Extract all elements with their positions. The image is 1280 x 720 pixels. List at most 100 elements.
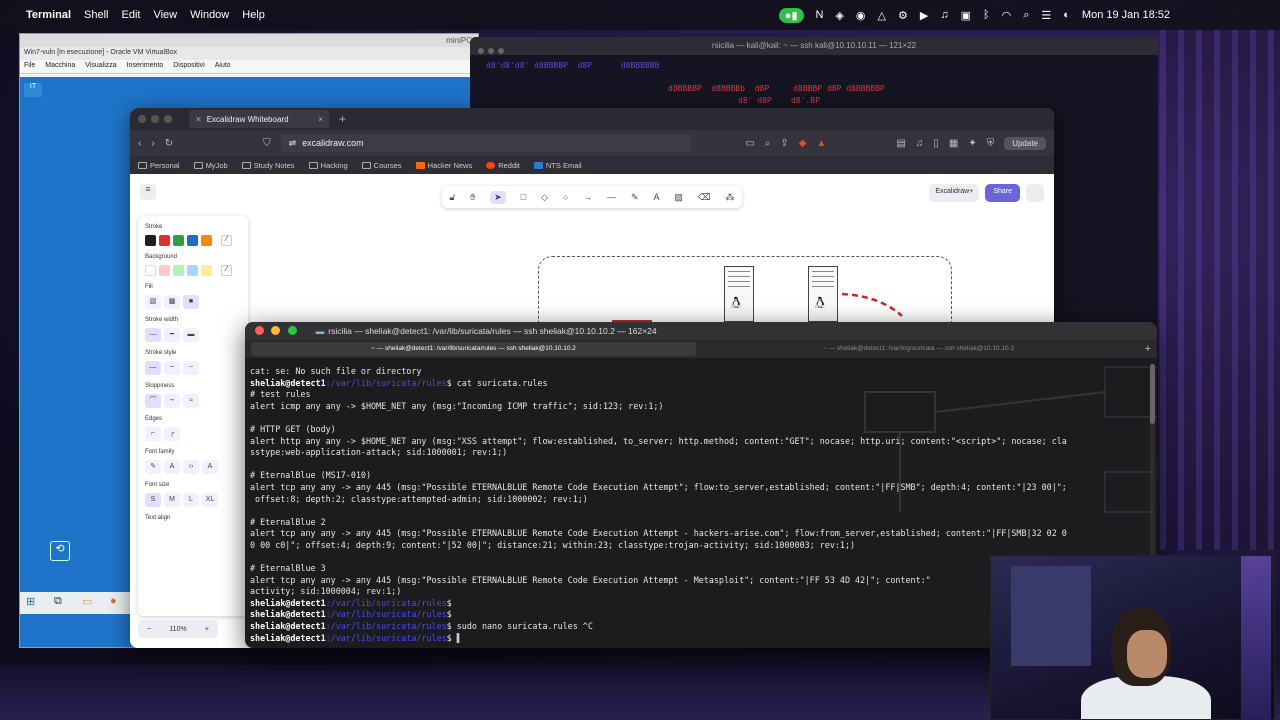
file-explorer-icon[interactable]: ▭ (82, 595, 96, 609)
stroke-color-swatch[interactable] (187, 235, 198, 246)
warning-icon[interactable]: △ (878, 9, 886, 22)
kali-window-controls[interactable] (478, 43, 508, 61)
terminal-tab-rules[interactable]: ~ — sheliak@detect1: /var/lib/suricata/r… (251, 342, 696, 356)
font-size-s[interactable]: S (145, 493, 161, 507)
brave-rewards-icon[interactable]: ▲ (816, 138, 826, 149)
background-color-picker-icon[interactable]: ⁄ (221, 265, 232, 276)
draw-tool-icon[interactable]: ✎ (631, 192, 639, 203)
search-icon[interactable]: ⌕ (1023, 9, 1029, 22)
sidebar-toggle-icon[interactable]: ▤ (896, 138, 905, 149)
bookmark-nts-email[interactable]: NTS Email (533, 161, 582, 170)
headphones-icon[interactable]: ♫ (940, 9, 948, 21)
stroke-dotted-icon[interactable]: ┈ (183, 361, 199, 375)
font-size-l[interactable]: L (183, 493, 199, 507)
dashed-red-connector[interactable] (840, 286, 910, 326)
image-tool-icon[interactable]: ▨ (674, 192, 683, 203)
reload-icon[interactable]: ↻ (165, 138, 173, 149)
font-normal-icon[interactable]: A (164, 460, 180, 474)
edges-round-icon[interactable]: ╭ (164, 427, 180, 441)
fill-solid-icon[interactable]: ■ (183, 295, 199, 309)
background-color-swatch[interactable] (173, 265, 184, 276)
wallet-icon[interactable]: ▦ (949, 138, 958, 149)
stroke-color-picker-icon[interactable]: ⁄ (221, 235, 232, 246)
menu-shell[interactable]: Shell (84, 9, 108, 21)
user-icon[interactable]: ◐ (1063, 9, 1070, 21)
menu-window[interactable]: Window (190, 9, 229, 21)
target-icon[interactable]: ◉ (856, 9, 866, 22)
brave-shield-icon[interactable]: ◆ (799, 138, 807, 149)
shield-icon[interactable]: ◈ (835, 9, 843, 22)
bookmark-reddit[interactable]: Reddit (486, 161, 520, 170)
keyboard-input-icon[interactable]: ▣ (961, 9, 971, 22)
zoom-in-button[interactable]: + (205, 626, 209, 633)
vm-desktop-shortcut-icon[interactable]: ⟲ (50, 541, 70, 561)
windows-start-icon[interactable]: ⊞ (26, 595, 40, 609)
gear-icon[interactable]: ⚙ (898, 9, 908, 22)
notion-icon[interactable]: N (816, 9, 824, 21)
bookmark-personal[interactable]: Personal (138, 161, 180, 170)
stroke-solid-icon[interactable]: — (145, 361, 161, 375)
fill-hachure-icon[interactable]: ▧ (145, 295, 161, 309)
hand-tool-icon[interactable]: ✋︎ (470, 192, 475, 203)
menubar-clock[interactable]: Mon 19 Jan 18:52 (1082, 9, 1170, 21)
excalidraw-plus-button[interactable]: Excalidraw+ (929, 184, 980, 202)
vbox-menu-devices[interactable]: Dispositivi (173, 62, 205, 71)
update-button[interactable]: Update (1004, 136, 1046, 150)
minimize-window-icon[interactable] (271, 325, 281, 335)
site-info-icon[interactable]: ⇌ (289, 138, 297, 149)
bookmark-study-notes[interactable]: Study Notes (241, 161, 295, 170)
firefox-icon[interactable]: ● (110, 595, 124, 609)
control-center-icon[interactable]: ☰ (1041, 9, 1051, 22)
zoom-window-icon[interactable] (287, 325, 297, 335)
new-tab-button[interactable]: + (339, 112, 346, 126)
stroke-color-swatch[interactable] (159, 235, 170, 246)
font-more-icon[interactable]: A (202, 460, 218, 474)
terminal-tab-logs[interactable]: ~ — sheliak@detect1: /var/log/suricata —… (696, 342, 1141, 356)
stroke-bold-icon[interactable]: ━ (164, 328, 180, 342)
address-bar[interactable]: ⇌ excalidraw.com (280, 134, 691, 152)
sloppiness-artist-icon[interactable]: ∼ (164, 394, 180, 408)
bookmark-hacking[interactable]: Hacking (308, 161, 348, 170)
more-tools-icon[interactable]: ⁂ (725, 192, 734, 203)
sloppiness-cartoonist-icon[interactable]: ≈ (183, 394, 199, 408)
sloppiness-architect-icon[interactable]: ⌒ (145, 394, 161, 408)
stroke-color-swatch[interactable] (145, 235, 156, 246)
linux-server-2[interactable]: 🐧︎ (808, 266, 838, 322)
font-code-icon[interactable]: ‹› (183, 460, 199, 474)
extensions-icon[interactable]: ✦ (968, 138, 976, 149)
back-icon[interactable]: ‹ (138, 138, 141, 149)
bluetooth-icon[interactable]: ᛒ (983, 9, 990, 21)
stroke-color-swatch[interactable] (173, 235, 184, 246)
library-sidebar-button[interactable] (1026, 184, 1044, 202)
menu-app-name[interactable]: Terminal (26, 9, 71, 21)
zoom-out-button[interactable]: − (147, 626, 151, 633)
stroke-extra-bold-icon[interactable]: ▬ (183, 328, 199, 342)
browser-tab-excalidraw[interactable]: ✕ Excalidraw Whiteboard × (189, 110, 329, 128)
arrow-tool-icon[interactable]: → (583, 192, 592, 202)
vm-language-indicator[interactable]: IT (24, 83, 42, 97)
selection-tool-icon[interactable]: ➤ (490, 190, 506, 204)
edges-sharp-icon[interactable]: ⌐ (145, 427, 161, 441)
excalidraw-main-menu-button[interactable]: ≡ (140, 184, 156, 200)
zoom-icon[interactable]: ⌕ (765, 138, 771, 149)
zoom-level[interactable]: 110% (169, 626, 186, 633)
background-color-swatch[interactable] (145, 265, 156, 276)
lock-tool-icon[interactable]: 🔓︎ (449, 192, 455, 203)
wifi-icon[interactable]: ◠ (1002, 9, 1012, 22)
font-size-xl[interactable]: XL (202, 493, 218, 507)
font-hand-drawn-icon[interactable]: ✎ (145, 460, 161, 474)
line-tool-icon[interactable]: — (607, 192, 616, 202)
fill-crosshatch-icon[interactable]: ▩ (164, 295, 180, 309)
screen-recording-icon[interactable]: ●▮ (778, 7, 804, 23)
vbox-menu-input[interactable]: Inserimento (127, 62, 164, 71)
bookmark-myjob[interactable]: MyJob (193, 161, 228, 170)
bookmark-hacker-news[interactable]: Hacker News (415, 161, 472, 170)
close-tab-icon[interactable]: × (318, 115, 323, 124)
window-controls[interactable] (255, 325, 302, 337)
menu-view[interactable]: View (153, 9, 177, 21)
share-button[interactable]: Share (985, 184, 1020, 202)
share-page-icon[interactable]: ⇪ (780, 138, 788, 149)
media-icon[interactable]: ♫ (916, 138, 924, 149)
font-size-m[interactable]: M (164, 493, 180, 507)
ellipse-tool-icon[interactable]: ○ (563, 192, 568, 202)
